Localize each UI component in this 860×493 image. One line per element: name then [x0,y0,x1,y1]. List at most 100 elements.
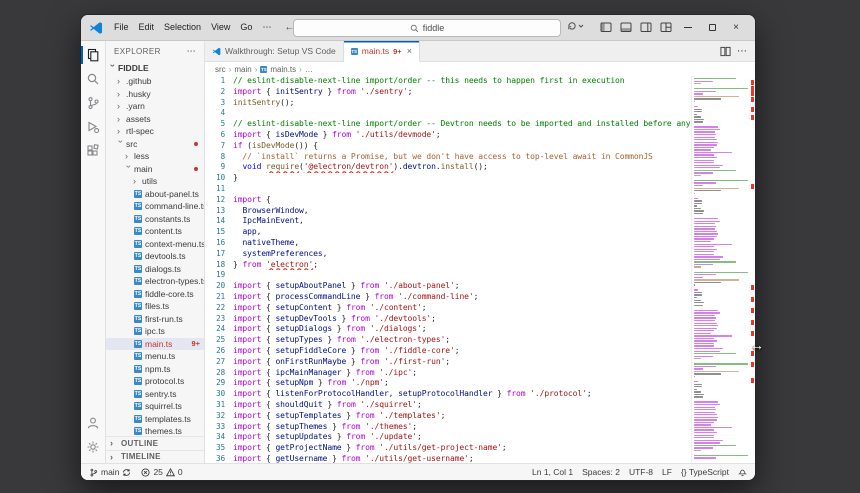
tree-item-electron-types-ts[interactable]: TSelectron-types.ts [106,275,204,288]
tree-item-assets[interactable]: ›assets [106,113,204,126]
tree-item-sentry-ts[interactable]: TSsentry.ts [106,388,204,401]
breadcrumb-overflow[interactable]: … [305,65,313,74]
code-line[interactable]: 16 nativeTheme, [205,238,691,249]
problems-status[interactable]: 25 0 [141,467,182,477]
code-line[interactable]: 14 IpcMainEvent, [205,216,691,227]
tree-item-templates-ts[interactable]: TStemplates.ts [106,413,204,426]
code-line[interactable]: 13 BrowserWindow, [205,206,691,217]
code-line[interactable]: 21import { processCommandLine } from './… [205,292,691,303]
code-line[interactable]: 36import { getUsername } from './utils/g… [205,454,691,463]
menu-[interactable]: ⋯ [257,20,276,35]
tree-item-squirrel-ts[interactable]: TSsquirrel.ts [106,400,204,413]
toggle-panel-icon[interactable] [617,18,635,38]
cursor-position[interactable]: Ln 1, Col 1 [532,467,573,477]
split-editor-icon[interactable] [720,46,731,57]
code-line[interactable]: 15 app, [205,227,691,238]
language-mode[interactable]: {} TypeScript [681,467,729,477]
tree-item--yarn[interactable]: ›.yarn [106,100,204,113]
tree-item-fiddle[interactable]: ›FIDDLE [106,61,204,75]
tree-item-dialogs-ts[interactable]: TSdialogs.ts [106,263,204,276]
code-line[interactable]: 23import { setupDevTools } from './devto… [205,314,691,325]
code-line[interactable]: 1// eslint-disable-next-line import/orde… [205,76,691,87]
tree-item-fiddle-core-ts[interactable]: TSfiddle-core.ts [106,288,204,301]
activitybar-explorer[interactable] [81,43,105,67]
menu-file[interactable]: File [109,20,134,35]
activitybar-extensions[interactable] [81,139,105,163]
timeline-section[interactable]: › TIMELINE [106,450,204,464]
tree-item-protocol-ts[interactable]: TSprotocol.ts [106,375,204,388]
bell-icon[interactable] [738,467,747,477]
tree-item-npm-ts[interactable]: TSnpm.ts [106,363,204,376]
activitybar-settings[interactable] [81,435,105,459]
code-line[interactable]: 28import { ipcMainManager } from './ipc'… [205,368,691,379]
code-line[interactable]: 19 [205,270,691,281]
encoding[interactable]: UTF-8 [629,467,653,477]
maximize-button[interactable] [701,16,723,40]
code-line[interactable]: 22import { setupContent } from './conten… [205,303,691,314]
code-line[interactable]: 3initSentry(); [205,98,691,109]
customize-layout-icon[interactable] [657,18,675,38]
code-line[interactable]: 8 // `install` returns a Promise, but we… [205,152,691,163]
command-center-search[interactable]: fiddle [293,19,561,37]
code-line[interactable]: 18} from 'electron'; [205,260,691,271]
code-editor[interactable]: 1// eslint-disable-next-line import/orde… [205,76,691,463]
code-line[interactable]: 9 void require('@electron/devtron').devt… [205,162,691,173]
code-line[interactable]: 11 [205,184,691,195]
tree-item-command-line-ts[interactable]: TScommand-line.ts [106,200,204,213]
code-line[interactable]: 4 [205,108,691,119]
tree-item-main[interactable]: ›main [106,163,204,176]
tab-main-ts[interactable]: TS main.ts 9+ × [344,41,420,62]
code-line[interactable]: 31import { shouldQuit } from './squirrel… [205,400,691,411]
code-line[interactable]: 17 systemPreferences, [205,249,691,260]
code-line[interactable]: 20import { setupAboutPanel } from './abo… [205,281,691,292]
code-line[interactable]: 27import { onFirstRunMaybe } from './fir… [205,357,691,368]
code-line[interactable]: 25import { setupTypes } from './electron… [205,335,691,346]
minimap-content[interactable] [691,76,749,463]
close-button[interactable]: × [725,16,747,40]
tree-item-first-run-ts[interactable]: TSfirst-run.ts [106,313,204,326]
activitybar-source-control[interactable] [81,91,105,115]
tree-item-main-ts[interactable]: TSmain.ts9+ [106,338,204,351]
code-line[interactable]: 10} [205,173,691,184]
close-icon[interactable]: × [407,46,412,56]
refresh-dropdown[interactable] [567,21,584,31]
more-actions-icon[interactable]: ⋯ [187,46,196,57]
tree-item-constants-ts[interactable]: TSconstants.ts [106,213,204,226]
menu-selection[interactable]: Selection [159,20,206,35]
toggle-sidebar-icon[interactable] [597,18,615,38]
activitybar-search[interactable] [81,67,105,91]
menu-view[interactable]: View [206,20,235,35]
tree-item-menu-ts[interactable]: TSmenu.ts [106,350,204,363]
toggle-secondary-sidebar-icon[interactable] [637,18,655,38]
code-line[interactable]: 34import { setupUpdates } from './update… [205,432,691,443]
code-line[interactable]: 32import { setupTemplates } from './temp… [205,411,691,422]
code-line[interactable]: 7if (isDevMode()) { [205,141,691,152]
tree-item-src[interactable]: ›src [106,138,204,151]
tree-item-themes-ts[interactable]: TSthemes.ts [106,425,204,436]
tree-item-ipc-ts[interactable]: TSipc.ts [106,325,204,338]
indentation[interactable]: Spaces: 2 [582,467,620,477]
tree-item-about-panel-ts[interactable]: TSabout-panel.ts [106,188,204,201]
activitybar-accounts[interactable] [81,411,105,435]
menu-go[interactable]: Go [235,20,257,35]
code-line[interactable]: 12import { [205,195,691,206]
code-line[interactable]: 5// eslint-disable-next-line import/orde… [205,119,691,130]
code-line[interactable]: 26import { setupFiddleCore } from './fid… [205,346,691,357]
tree-item-files-ts[interactable]: TSfiles.ts [106,300,204,313]
branch-status[interactable]: main [89,467,131,478]
outline-section[interactable]: › OUTLINE [106,436,204,450]
breadcrumb-main[interactable]: main [234,65,251,74]
menu-edit[interactable]: Edit [134,20,160,35]
tree-item-devtools-ts[interactable]: TSdevtools.ts [106,250,204,263]
minimize-button[interactable] [677,16,699,40]
code-line[interactable]: 24import { setupDialogs } from './dialog… [205,324,691,335]
code-line[interactable]: 30import { listenForProtocolHandler, set… [205,389,691,400]
tree-item--github[interactable]: ›.github [106,75,204,88]
tree-item-less[interactable]: ›less [106,150,204,163]
code-line[interactable]: 6import { isDevMode } from './utils/devm… [205,130,691,141]
tab-walkthrough[interactable]: Walkthrough: Setup VS Code [205,41,344,61]
activitybar-run-debug[interactable] [81,115,105,139]
code-line[interactable]: 2import { initSentry } from './sentry'; [205,87,691,98]
tree-item-context-menu-ts[interactable]: TScontext-menu.ts [106,238,204,251]
code-line[interactable]: 33import { setupThemes } from './themes'… [205,422,691,433]
